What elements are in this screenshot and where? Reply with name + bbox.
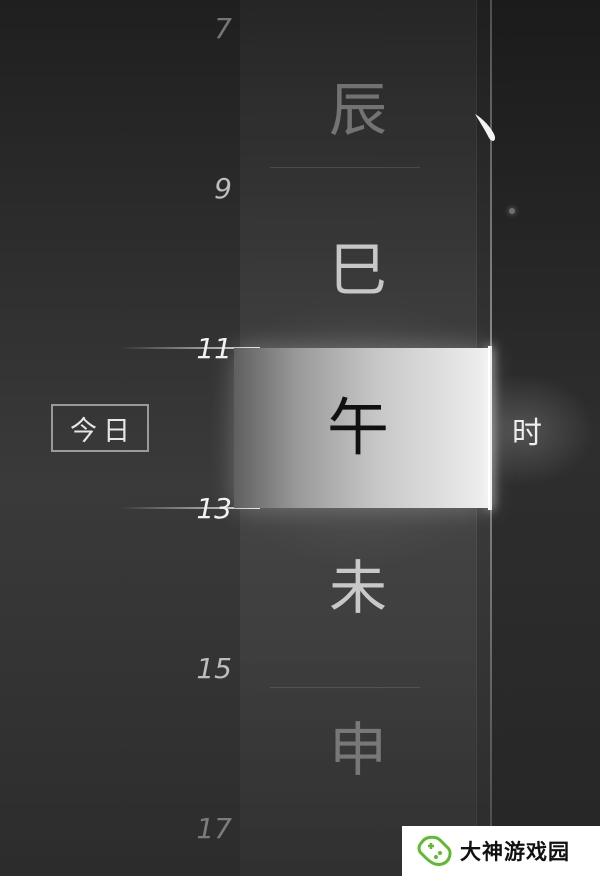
hour-tick-15: 15 <box>196 652 232 685</box>
branch-cell-chen[interactable]: 辰 <box>240 30 476 190</box>
hour-tick-13: 13 <box>196 492 232 525</box>
hour-tick-11: 11 <box>196 332 232 365</box>
watermark: 大神游戏园 <box>402 826 600 876</box>
gamepad-icon <box>417 835 452 866</box>
hour-tick-7: 7 <box>214 12 232 45</box>
right-glow <box>492 350 600 510</box>
branch-cell-wu[interactable]: 午 <box>240 348 476 508</box>
branch-cell-wei[interactable]: 未 <box>240 508 476 668</box>
today-button[interactable]: 今日 <box>51 404 149 452</box>
hour-unit-label: 时 <box>512 416 542 451</box>
ink-stroke-icon <box>475 114 496 141</box>
branch-cell-si[interactable]: 巳 <box>240 190 476 350</box>
time-picker-scene: 辰 巳 午 未 申 7 9 11 13 15 17 今日 时 大神游戏园 <box>0 0 600 876</box>
branch-cell-shen[interactable]: 申 <box>240 670 476 830</box>
hour-tick-9: 9 <box>214 172 232 205</box>
hour-tick-17: 17 <box>196 812 232 845</box>
watermark-text: 大神游戏园 <box>460 840 570 864</box>
light-speck <box>509 208 515 214</box>
